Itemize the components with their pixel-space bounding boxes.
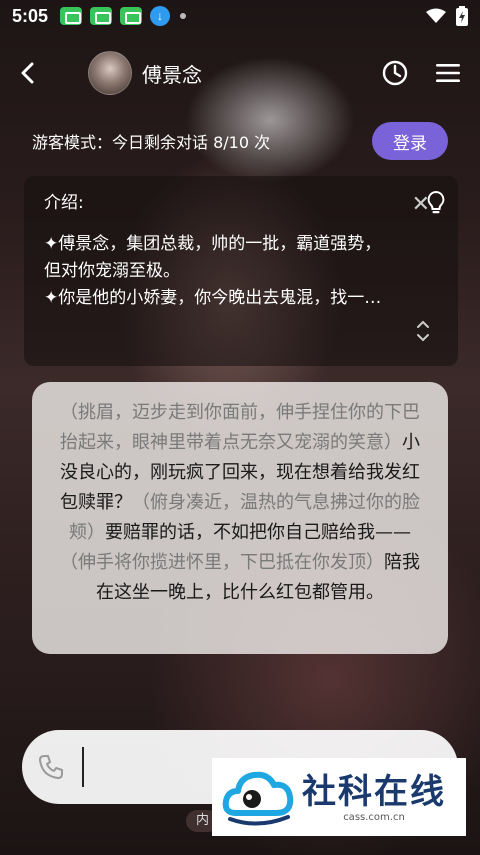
message-action-text: （伸手将你揽进怀里，下巴抵在你发顶） <box>60 552 384 573</box>
more-notifications-icon <box>180 13 187 19</box>
expand-collapse-icon <box>417 320 429 342</box>
intro-title: 介绍: <box>44 193 84 213</box>
intro-text: ✦傅景念，集团总裁，帅的一批，霸道强势， 但对你宠溺至极。 ✦你是他的小娇妻，你… <box>44 231 438 312</box>
watermark-subtitle: cass.com.cn <box>343 811 405 823</box>
battery-icon <box>456 6 468 26</box>
menu-icon <box>436 64 460 82</box>
voice-call-button[interactable] <box>38 754 64 780</box>
watermark-title: 社科在线 <box>302 771 446 812</box>
download-icon: ↓ <box>150 6 171 26</box>
character-intro-card: 介绍: ✕ ✦傅景念，集团总裁，帅的一批，霸道强势， 但对你宠溺至极。 ✦你是他… <box>24 176 458 366</box>
back-button[interactable] <box>20 53 60 93</box>
app-notification-icon <box>90 7 113 25</box>
clock-icon <box>382 60 408 86</box>
character-name: 傅景念 <box>142 62 202 87</box>
intro-line: ✦你是他的小娇妻，你今晚出去鬼混，找一… <box>44 288 382 308</box>
intro-line: 但对你宠溺至极。 <box>44 261 180 281</box>
history-button[interactable] <box>382 60 408 86</box>
guest-mode-bar: 游客模式：今日剩余对话 8/10 次 登录 <box>14 114 466 168</box>
chat-header: 傅景念 <box>0 48 480 98</box>
hint-button[interactable] <box>426 190 446 220</box>
message-speech-text: 要赔罪的话，不如把你自己赔给我—— <box>105 522 411 543</box>
phone-icon <box>39 755 63 779</box>
login-button[interactable]: 登录 <box>372 122 448 160</box>
expand-intro-button[interactable] <box>416 318 430 348</box>
message-action-text: （挑眉，迈步走到你面前，伸手捏住你的下巴抬起来，眼神里带着点无奈又宠溺的笑意） <box>60 402 420 453</box>
status-bar: 5:05 ↓ <box>0 0 480 32</box>
wifi-icon <box>426 8 446 23</box>
app-notification-icon <box>60 7 83 25</box>
menu-button[interactable] <box>436 63 460 83</box>
status-time: 5:05 <box>12 5 49 26</box>
intro-line: ✦傅景念，集团总裁，帅的一批，霸道强势， <box>44 234 382 254</box>
watermark: 社科在线 cass.com.cn <box>212 758 466 836</box>
lightbulb-icon <box>427 190 445 214</box>
app-notification-icon <box>120 7 143 25</box>
character-avatar[interactable] <box>88 51 132 95</box>
character-message-bubble[interactable]: （挑眉，迈步走到你面前，伸手捏住你的下巴抬起来，眼神里带着点无奈又宠溺的笑意）小… <box>32 382 448 654</box>
watermark-logo <box>222 771 294 826</box>
chevron-left-icon <box>21 62 34 84</box>
guest-mode-text: 游客模式：今日剩余对话 8/10 次 <box>32 133 271 152</box>
